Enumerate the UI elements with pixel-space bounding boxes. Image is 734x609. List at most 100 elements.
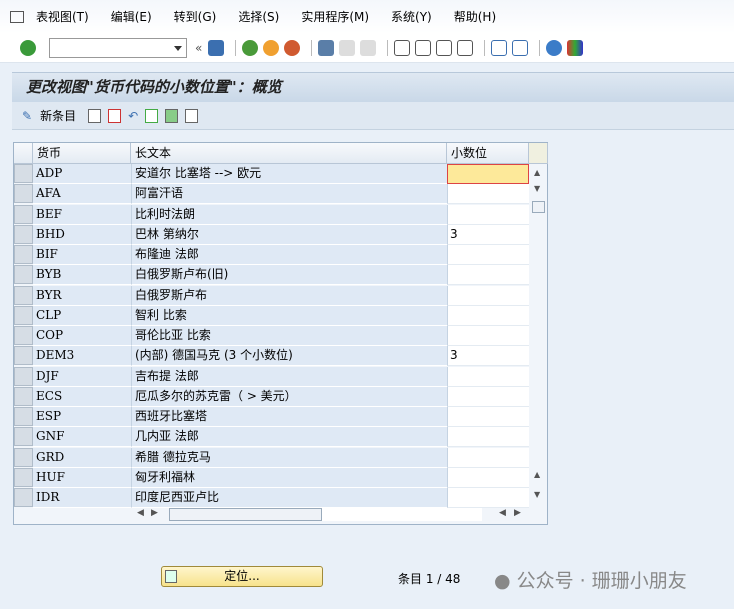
row-selector[interactable] <box>14 285 33 305</box>
row-selector[interactable] <box>14 326 33 345</box>
layout-monitor-icon[interactable] <box>567 39 584 56</box>
delete-icon[interactable] <box>108 108 122 123</box>
last-page-icon[interactable] <box>457 39 474 56</box>
menu-help[interactable]: 帮助(H) <box>454 8 496 25</box>
first-page-icon[interactable] <box>394 39 411 56</box>
row-selector[interactable] <box>14 204 33 224</box>
header-long-text[interactable]: 长文本 <box>131 143 447 164</box>
row-selector[interactable] <box>14 265 33 285</box>
long-text-cell: 白俄罗斯卢布(旧) <box>131 265 447 286</box>
decimals-input[interactable] <box>447 204 529 225</box>
command-field[interactable] <box>49 37 187 58</box>
header-decimals[interactable]: 小数位 <box>447 143 529 164</box>
select-block-icon[interactable] <box>165 108 179 123</box>
scroll-left-icon[interactable]: ◀ <box>499 508 506 518</box>
table-row: DEM3 (内部) 德国马克 (3 个小数位) 3 <box>14 346 529 367</box>
table-row: AFA 阿富汗语 <box>14 184 529 205</box>
new-session-icon[interactable] <box>491 39 508 56</box>
long-text-cell: 几内亚 法郎 <box>131 427 447 448</box>
hscroll-thumb[interactable] <box>169 508 322 521</box>
scroll-right-icon[interactable]: ▶ <box>151 508 158 518</box>
row-selector[interactable] <box>14 407 33 426</box>
menu-table-view[interactable]: 表视图(T) <box>36 8 89 25</box>
menu-icon[interactable] <box>10 10 24 23</box>
decimals-input[interactable] <box>447 265 529 286</box>
save-icon[interactable] <box>208 39 225 56</box>
currency-cell: ESP <box>33 407 131 427</box>
decimals-input[interactable] <box>447 366 529 387</box>
scroll-down-icon[interactable]: ▼ <box>534 490 540 499</box>
row-selector[interactable] <box>14 184 33 204</box>
menu-utilities[interactable]: 实用程序(M) <box>301 8 369 25</box>
decimals-input[interactable] <box>447 285 529 306</box>
divider <box>539 39 541 56</box>
decimals-input[interactable] <box>447 386 529 407</box>
scroll-down-icon[interactable]: ▼ <box>534 184 540 193</box>
row-selector[interactable] <box>14 447 33 467</box>
row-selector[interactable] <box>14 467 33 487</box>
scroll-left-icon[interactable]: ◀ <box>137 508 144 518</box>
select-all-icon[interactable] <box>145 108 159 123</box>
vertical-scrollbar[interactable]: ▲ ▼ ▲ ▼ <box>529 164 547 504</box>
divider <box>235 39 237 56</box>
long-text-cell: 哥伦比亚 比索 <box>131 326 447 346</box>
next-page-icon[interactable] <box>436 39 453 56</box>
table-row: HUF 匈牙利福林 <box>14 467 529 488</box>
decimals-input[interactable] <box>447 407 529 427</box>
decimals-input[interactable]: 3 <box>447 346 529 367</box>
currency-cell: BEF <box>33 204 131 225</box>
print-icon[interactable] <box>318 39 335 56</box>
decimals-input[interactable]: 3 <box>447 224 529 245</box>
collapse-icon[interactable]: « <box>195 41 202 55</box>
shortcut-icon[interactable] <box>512 39 529 56</box>
scroll-thumb[interactable] <box>532 201 545 213</box>
help-icon[interactable] <box>546 39 563 56</box>
table-row: BIF 布隆迪 法郎 <box>14 245 529 265</box>
column-settings-icon[interactable] <box>529 143 548 164</box>
decimals-input[interactable] <box>447 326 529 346</box>
decimals-input[interactable] <box>447 467 529 488</box>
exit-icon[interactable] <box>263 39 280 56</box>
copy-icon[interactable] <box>88 108 102 123</box>
menu-selection[interactable]: 选择(S) <box>238 8 279 25</box>
row-selector[interactable] <box>14 164 33 183</box>
decimals-input[interactable] <box>447 164 529 184</box>
cancel-icon[interactable] <box>284 39 301 56</box>
edit-display-icon[interactable]: ✎ <box>22 109 32 123</box>
menu-edit[interactable]: 编辑(E) <box>111 8 152 25</box>
long-text-cell: (内部) 德国马克 (3 个小数位) <box>131 346 447 367</box>
new-entries-button[interactable]: 新条目 <box>40 107 76 124</box>
decimals-input[interactable] <box>447 427 529 448</box>
row-selector[interactable] <box>14 427 33 447</box>
horizontal-scrollbar[interactable]: ◀ ▶ ◀ ▶ <box>14 505 547 525</box>
deselect-all-icon[interactable] <box>185 108 199 123</box>
position-button[interactable]: 定位... <box>161 566 323 587</box>
decimals-input[interactable] <box>447 184 529 205</box>
find-next-icon <box>360 39 377 56</box>
header-currency[interactable]: 货币 <box>33 143 131 164</box>
row-selector[interactable] <box>14 224 33 244</box>
select-all-header[interactable] <box>14 143 33 164</box>
currency-cell: AFA <box>33 184 131 205</box>
row-selector[interactable] <box>14 366 33 386</box>
decimals-input[interactable] <box>447 447 529 468</box>
decimals-input[interactable] <box>447 245 529 265</box>
menu-bar: 表视图(T) 编辑(E) 转到(G) 选择(S) 实用程序(M) 系统(Y) 帮… <box>0 0 734 33</box>
back-icon[interactable] <box>242 39 259 56</box>
scroll-right-icon[interactable]: ▶ <box>514 508 521 518</box>
undo-icon[interactable]: ↶ <box>128 109 138 123</box>
scroll-up-icon[interactable]: ▲ <box>534 168 540 177</box>
scroll-up-icon[interactable]: ▲ <box>534 470 540 479</box>
chevron-down-icon[interactable] <box>174 45 182 55</box>
check-icon[interactable] <box>20 39 36 56</box>
menu-system[interactable]: 系统(Y) <box>391 8 432 25</box>
long-text-cell: 比利时法朗 <box>131 204 447 225</box>
decimals-input[interactable] <box>447 305 529 326</box>
row-selector[interactable] <box>14 305 33 325</box>
menu-goto[interactable]: 转到(G) <box>174 8 217 25</box>
row-selector[interactable] <box>14 346 33 366</box>
previous-page-icon[interactable] <box>415 39 432 56</box>
row-selector[interactable] <box>14 245 33 264</box>
long-text-cell: 希腊 德拉克马 <box>131 447 447 468</box>
row-selector[interactable] <box>14 386 33 406</box>
